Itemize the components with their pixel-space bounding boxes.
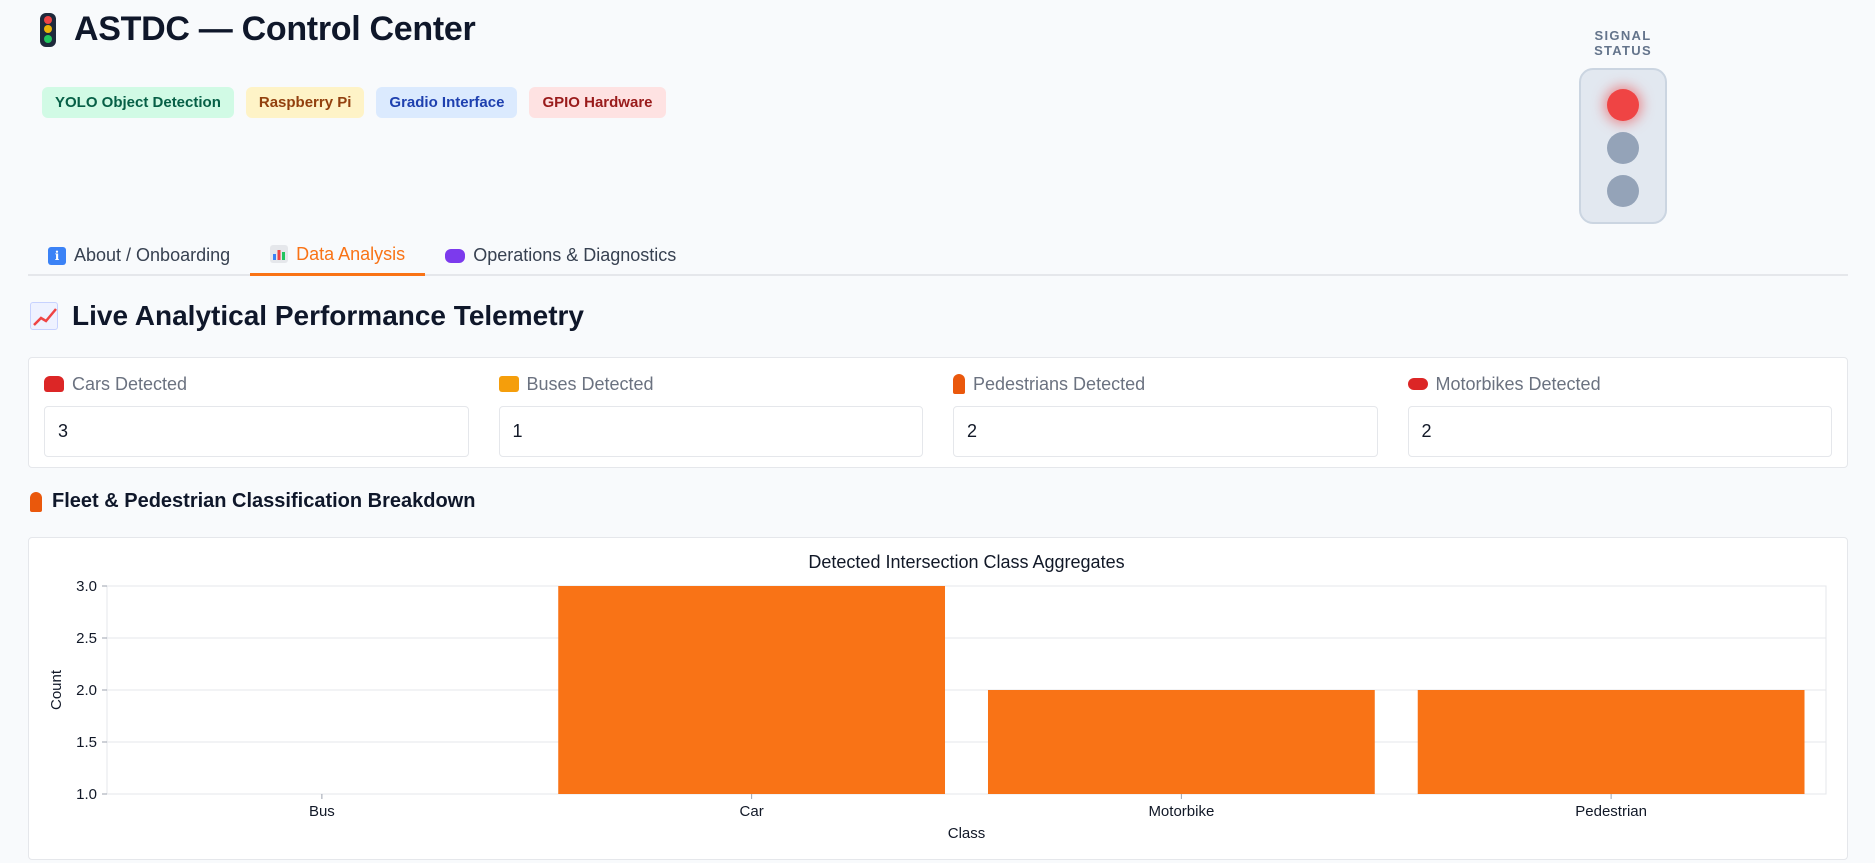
- section-title-text: Live Analytical Performance Telemetry: [72, 300, 584, 331]
- metric-cars: Cars Detected 3: [44, 372, 469, 467]
- chart-panel: 1.0 1.5 2.0 2.5 3.0 Bus Car Motorbike Pedestrian…: [28, 537, 1848, 860]
- bus-icon: [498, 376, 519, 392]
- pedestrians-count-field[interactable]: 2: [953, 406, 1378, 457]
- page-title: ASTDC — Control Center: [74, 10, 476, 48]
- metric-buses: Buses Detected 1: [498, 372, 924, 467]
- breakdown-title-text: Fleet & Pedestrian Classification Breakd…: [52, 490, 476, 512]
- x-tick-label: Car: [740, 803, 764, 820]
- y-axis-label: Count: [48, 669, 65, 710]
- metric-pedestrians-label-row: Pedestrians Detected: [953, 372, 1378, 396]
- signal-lamp-green: [1607, 175, 1639, 207]
- badge-raspberry-pi: Raspberry Pi: [245, 87, 365, 118]
- gamepad-icon: [445, 248, 466, 263]
- traffic-light-icon: [40, 12, 56, 47]
- motorbike-icon: [1407, 378, 1428, 390]
- bar-chart: 1.0 1.5 2.0 2.5 3.0 Bus Car Motorbike Pedestrian…: [48, 552, 1827, 842]
- signal-status-panel: SIGNAL STATUS: [1566, 28, 1680, 224]
- app-header: ASTDC — Control Center: [28, 10, 476, 49]
- tab-about[interactable]: i About / Onboarding: [28, 235, 250, 276]
- signal-status-label: SIGNAL STATUS: [1594, 28, 1652, 58]
- info-icon: i: [48, 246, 66, 265]
- metric-motorbikes: Motorbikes Detected 2: [1407, 372, 1833, 467]
- metric-buses-label: Buses Detected: [526, 373, 654, 394]
- signal-lamp-red: [1607, 89, 1639, 121]
- y-tick-label: 1.5: [76, 734, 97, 751]
- tab-about-label: About / Onboarding: [74, 245, 231, 265]
- buses-count-field[interactable]: 1: [498, 406, 923, 457]
- chart-title: Detected Intersection Class Aggregates: [808, 552, 1124, 572]
- tab-bar: i About / Onboarding Data Analysis Opera…: [28, 235, 1848, 276]
- bar-pedestrian: [1417, 690, 1805, 794]
- metric-motorbikes-label-row: Motorbikes Detected: [1407, 372, 1833, 396]
- bar-chart-icon: [270, 245, 289, 263]
- traffic-signal: [1579, 68, 1667, 224]
- signal-lamp-yellow: [1607, 132, 1639, 164]
- x-tick-label: Pedestrian: [1575, 803, 1647, 820]
- metric-pedestrians: Pedestrians Detected 2: [953, 372, 1378, 467]
- tab-operations[interactable]: Operations & Diagnostics: [425, 235, 696, 276]
- badge-gpio: GPIO Hardware: [529, 87, 666, 118]
- metric-pedestrians-label: Pedestrians Detected: [973, 373, 1146, 394]
- x-axis-label: Class: [948, 825, 986, 842]
- y-tick-label: 1.0: [76, 786, 97, 803]
- x-tick-label: Motorbike: [1148, 803, 1214, 820]
- motorbikes-count-field[interactable]: 2: [1407, 406, 1832, 457]
- y-tick-label: 3.0: [76, 578, 97, 595]
- tab-operations-label: Operations & Diagnostics: [473, 245, 677, 265]
- chart-increasing-icon: [30, 302, 58, 330]
- tab-data-analysis[interactable]: Data Analysis: [250, 235, 426, 276]
- x-tick-label: Bus: [309, 803, 335, 820]
- car-icon: [44, 376, 64, 392]
- metrics-row: Cars Detected 3 Buses Detected 1 Pedestr…: [28, 357, 1848, 468]
- metric-cars-label-row: Cars Detected: [44, 372, 469, 396]
- badge-yolo: YOLO Object Detection: [42, 87, 234, 118]
- metric-cars-label: Cars Detected: [72, 373, 188, 394]
- y-tick-label: 2.5: [76, 630, 97, 647]
- tab-data-analysis-label: Data Analysis: [296, 243, 406, 264]
- breakdown-heading: Fleet & Pedestrian Classification Breakd…: [30, 490, 475, 513]
- pedestrian-icon: [953, 374, 965, 394]
- bar-motorbike: [987, 690, 1375, 794]
- section-heading: Live Analytical Performance Telemetry: [30, 300, 584, 332]
- metric-motorbikes-label: Motorbikes Detected: [1435, 373, 1601, 394]
- metric-buses-label-row: Buses Detected: [498, 372, 924, 396]
- cars-count-field[interactable]: 3: [44, 406, 469, 457]
- y-tick-label: 2.0: [76, 682, 97, 699]
- bar-car: [558, 586, 946, 794]
- badge-gradio: Gradio Interface: [376, 87, 518, 118]
- tech-badges: YOLO Object Detection Raspberry Pi Gradi…: [42, 87, 666, 118]
- pedestrian-icon: [30, 491, 42, 512]
